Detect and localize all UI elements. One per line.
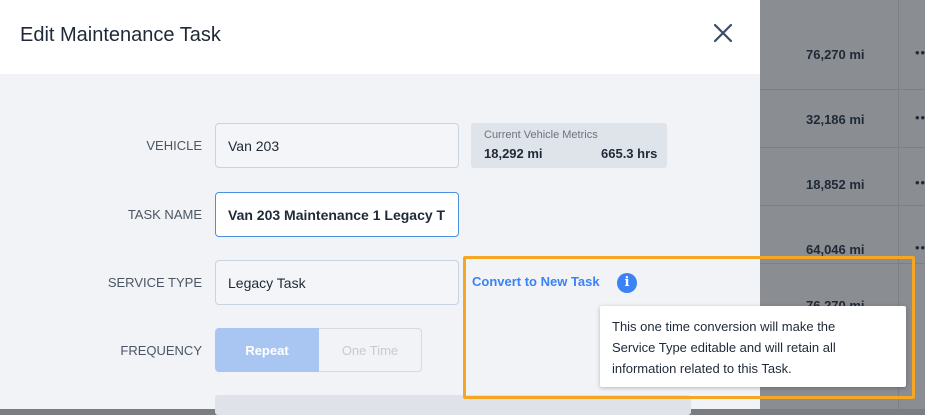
vehicle-label: VEHICLE: [146, 138, 202, 153]
row-more-icon[interactable]: ••: [915, 45, 925, 60]
tooltip-line: This one time conversion will make the: [612, 319, 836, 334]
frequency-repeat-option[interactable]: Repeat: [215, 328, 319, 372]
tooltip-line: information related to this Task.: [612, 361, 792, 376]
row-more-icon[interactable]: ••: [915, 175, 925, 190]
service-type-label: SERVICE TYPE: [107, 275, 202, 290]
row-mileage: 32,186 mi: [806, 112, 865, 127]
service-type-field: Legacy Task: [215, 260, 459, 305]
metrics-hours: 665.3 hrs: [601, 146, 658, 161]
modal-title: Edit Maintenance Task: [20, 24, 221, 46]
frequency-one-time-option[interactable]: One Time: [319, 328, 422, 372]
frequency-label: FREQUENCY: [120, 343, 202, 358]
modal-header: Edit Maintenance Task: [0, 0, 760, 74]
row-mileage: 76,270 mi: [806, 47, 865, 62]
tooltip-line: Service Type editable and will retain al…: [612, 340, 836, 355]
vehicle-field[interactable]: Van 203: [215, 123, 459, 168]
metrics-miles: 18,292 mi: [484, 146, 543, 161]
info-tooltip: This one time conversion will make the S…: [600, 306, 906, 387]
row-mileage: 18,852 mi: [806, 177, 865, 192]
vehicle-metrics-card: Current Vehicle Metrics 18,292 mi 665.3 …: [471, 123, 667, 168]
vehicle-value: Van 203: [228, 137, 280, 154]
tooltip-text: This one time conversion will make the S…: [612, 316, 897, 379]
task-name-value: Van 203 Maintenance 1 Legacy T: [228, 206, 446, 223]
row-mileage: 64,046 mi: [806, 242, 865, 257]
row-more-icon[interactable]: ••: [915, 240, 925, 255]
service-type-value: Legacy Task: [228, 274, 306, 291]
task-name-label: TASK NAME: [127, 207, 202, 222]
task-name-input[interactable]: Van 203 Maintenance 1 Legacy T: [215, 192, 459, 237]
metrics-title: Current Vehicle Metrics: [484, 129, 598, 141]
row-more-icon[interactable]: ••: [915, 110, 925, 125]
close-icon[interactable]: [708, 18, 738, 48]
